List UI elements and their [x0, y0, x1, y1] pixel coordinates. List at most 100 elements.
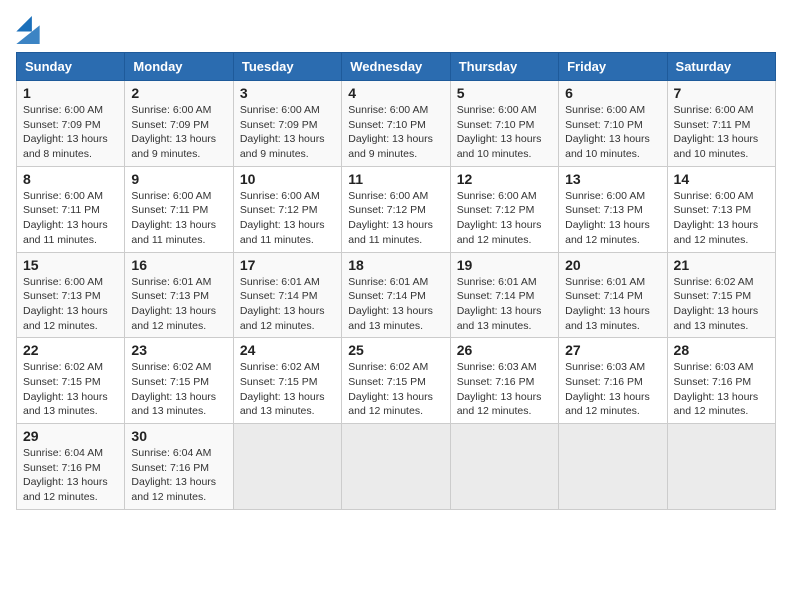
calendar-cell: 18 Sunrise: 6:01 AM Sunset: 7:14 PM Dayl… — [342, 252, 450, 338]
calendar-cell: 30 Sunrise: 6:04 AM Sunset: 7:16 PM Dayl… — [125, 424, 233, 510]
weekday-header-thursday: Thursday — [450, 53, 558, 81]
day-number: 10 — [240, 171, 335, 187]
day-info: Sunrise: 6:03 AM Sunset: 7:16 PM Dayligh… — [565, 360, 660, 419]
calendar-cell: 29 Sunrise: 6:04 AM Sunset: 7:16 PM Dayl… — [17, 424, 125, 510]
calendar-cell: 5 Sunrise: 6:00 AM Sunset: 7:10 PM Dayli… — [450, 81, 558, 167]
calendar-cell: 23 Sunrise: 6:02 AM Sunset: 7:15 PM Dayl… — [125, 338, 233, 424]
day-info: Sunrise: 6:02 AM Sunset: 7:15 PM Dayligh… — [240, 360, 335, 419]
day-number: 30 — [131, 428, 226, 444]
day-info: Sunrise: 6:00 AM Sunset: 7:11 PM Dayligh… — [23, 189, 118, 248]
day-info: Sunrise: 6:00 AM Sunset: 7:12 PM Dayligh… — [240, 189, 335, 248]
day-info: Sunrise: 6:00 AM Sunset: 7:10 PM Dayligh… — [565, 103, 660, 162]
day-number: 14 — [674, 171, 769, 187]
day-info: Sunrise: 6:00 AM Sunset: 7:12 PM Dayligh… — [457, 189, 552, 248]
calendar-cell: 8 Sunrise: 6:00 AM Sunset: 7:11 PM Dayli… — [17, 166, 125, 252]
day-number: 13 — [565, 171, 660, 187]
day-number: 26 — [457, 342, 552, 358]
calendar-cell — [342, 424, 450, 510]
calendar-header-row: SundayMondayTuesdayWednesdayThursdayFrid… — [17, 53, 776, 81]
day-info: Sunrise: 6:02 AM Sunset: 7:15 PM Dayligh… — [131, 360, 226, 419]
day-number: 3 — [240, 85, 335, 101]
day-number: 16 — [131, 257, 226, 273]
day-number: 6 — [565, 85, 660, 101]
day-info: Sunrise: 6:00 AM Sunset: 7:11 PM Dayligh… — [131, 189, 226, 248]
calendar-cell: 22 Sunrise: 6:02 AM Sunset: 7:15 PM Dayl… — [17, 338, 125, 424]
day-info: Sunrise: 6:00 AM Sunset: 7:09 PM Dayligh… — [131, 103, 226, 162]
day-info: Sunrise: 6:01 AM Sunset: 7:14 PM Dayligh… — [565, 275, 660, 334]
day-number: 9 — [131, 171, 226, 187]
calendar-cell: 12 Sunrise: 6:00 AM Sunset: 7:12 PM Dayl… — [450, 166, 558, 252]
weekday-header-tuesday: Tuesday — [233, 53, 341, 81]
day-number: 29 — [23, 428, 118, 444]
day-number: 25 — [348, 342, 443, 358]
calendar-cell: 14 Sunrise: 6:00 AM Sunset: 7:13 PM Dayl… — [667, 166, 775, 252]
day-info: Sunrise: 6:03 AM Sunset: 7:16 PM Dayligh… — [674, 360, 769, 419]
calendar-cell: 3 Sunrise: 6:00 AM Sunset: 7:09 PM Dayli… — [233, 81, 341, 167]
calendar-cell: 13 Sunrise: 6:00 AM Sunset: 7:13 PM Dayl… — [559, 166, 667, 252]
day-number: 27 — [565, 342, 660, 358]
day-number: 2 — [131, 85, 226, 101]
calendar-cell: 25 Sunrise: 6:02 AM Sunset: 7:15 PM Dayl… — [342, 338, 450, 424]
day-number: 23 — [131, 342, 226, 358]
calendar-cell — [559, 424, 667, 510]
day-number: 4 — [348, 85, 443, 101]
day-number: 7 — [674, 85, 769, 101]
calendar-cell: 24 Sunrise: 6:02 AM Sunset: 7:15 PM Dayl… — [233, 338, 341, 424]
day-number: 8 — [23, 171, 118, 187]
calendar-cell: 27 Sunrise: 6:03 AM Sunset: 7:16 PM Dayl… — [559, 338, 667, 424]
day-info: Sunrise: 6:00 AM Sunset: 7:09 PM Dayligh… — [240, 103, 335, 162]
calendar-cell: 20 Sunrise: 6:01 AM Sunset: 7:14 PM Dayl… — [559, 252, 667, 338]
day-number: 11 — [348, 171, 443, 187]
day-info: Sunrise: 6:04 AM Sunset: 7:16 PM Dayligh… — [131, 446, 226, 505]
day-info: Sunrise: 6:00 AM Sunset: 7:10 PM Dayligh… — [348, 103, 443, 162]
calendar-cell: 10 Sunrise: 6:00 AM Sunset: 7:12 PM Dayl… — [233, 166, 341, 252]
day-number: 19 — [457, 257, 552, 273]
calendar-table: SundayMondayTuesdayWednesdayThursdayFrid… — [16, 52, 776, 510]
day-number: 1 — [23, 85, 118, 101]
calendar-cell: 16 Sunrise: 6:01 AM Sunset: 7:13 PM Dayl… — [125, 252, 233, 338]
day-info: Sunrise: 6:01 AM Sunset: 7:14 PM Dayligh… — [457, 275, 552, 334]
day-number: 28 — [674, 342, 769, 358]
day-number: 5 — [457, 85, 552, 101]
day-info: Sunrise: 6:02 AM Sunset: 7:15 PM Dayligh… — [348, 360, 443, 419]
calendar-cell: 21 Sunrise: 6:02 AM Sunset: 7:15 PM Dayl… — [667, 252, 775, 338]
calendar-cell — [450, 424, 558, 510]
calendar-cell: 15 Sunrise: 6:00 AM Sunset: 7:13 PM Dayl… — [17, 252, 125, 338]
weekday-header-friday: Friday — [559, 53, 667, 81]
day-info: Sunrise: 6:01 AM Sunset: 7:14 PM Dayligh… — [240, 275, 335, 334]
day-info: Sunrise: 6:01 AM Sunset: 7:13 PM Dayligh… — [131, 275, 226, 334]
calendar-cell: 11 Sunrise: 6:00 AM Sunset: 7:12 PM Dayl… — [342, 166, 450, 252]
day-number: 20 — [565, 257, 660, 273]
calendar-week-row: 29 Sunrise: 6:04 AM Sunset: 7:16 PM Dayl… — [17, 424, 776, 510]
calendar-cell: 28 Sunrise: 6:03 AM Sunset: 7:16 PM Dayl… — [667, 338, 775, 424]
day-info: Sunrise: 6:04 AM Sunset: 7:16 PM Dayligh… — [23, 446, 118, 505]
day-number: 22 — [23, 342, 118, 358]
day-info: Sunrise: 6:00 AM Sunset: 7:11 PM Dayligh… — [674, 103, 769, 162]
day-number: 12 — [457, 171, 552, 187]
day-number: 24 — [240, 342, 335, 358]
weekday-header-saturday: Saturday — [667, 53, 775, 81]
calendar-cell — [667, 424, 775, 510]
day-info: Sunrise: 6:02 AM Sunset: 7:15 PM Dayligh… — [23, 360, 118, 419]
calendar-cell: 9 Sunrise: 6:00 AM Sunset: 7:11 PM Dayli… — [125, 166, 233, 252]
page-header — [16, 16, 776, 44]
day-info: Sunrise: 6:03 AM Sunset: 7:16 PM Dayligh… — [457, 360, 552, 419]
calendar-cell: 17 Sunrise: 6:01 AM Sunset: 7:14 PM Dayl… — [233, 252, 341, 338]
day-info: Sunrise: 6:01 AM Sunset: 7:14 PM Dayligh… — [348, 275, 443, 334]
calendar-cell: 19 Sunrise: 6:01 AM Sunset: 7:14 PM Dayl… — [450, 252, 558, 338]
calendar-cell: 1 Sunrise: 6:00 AM Sunset: 7:09 PM Dayli… — [17, 81, 125, 167]
day-info: Sunrise: 6:00 AM Sunset: 7:13 PM Dayligh… — [23, 275, 118, 334]
calendar-week-row: 1 Sunrise: 6:00 AM Sunset: 7:09 PM Dayli… — [17, 81, 776, 167]
calendar-cell: 4 Sunrise: 6:00 AM Sunset: 7:10 PM Dayli… — [342, 81, 450, 167]
calendar-cell: 2 Sunrise: 6:00 AM Sunset: 7:09 PM Dayli… — [125, 81, 233, 167]
calendar-cell: 7 Sunrise: 6:00 AM Sunset: 7:11 PM Dayli… — [667, 81, 775, 167]
day-info: Sunrise: 6:00 AM Sunset: 7:13 PM Dayligh… — [674, 189, 769, 248]
day-info: Sunrise: 6:00 AM Sunset: 7:13 PM Dayligh… — [565, 189, 660, 248]
day-info: Sunrise: 6:00 AM Sunset: 7:12 PM Dayligh… — [348, 189, 443, 248]
day-number: 17 — [240, 257, 335, 273]
day-number: 15 — [23, 257, 118, 273]
day-info: Sunrise: 6:00 AM Sunset: 7:10 PM Dayligh… — [457, 103, 552, 162]
calendar-cell: 6 Sunrise: 6:00 AM Sunset: 7:10 PM Dayli… — [559, 81, 667, 167]
day-number: 18 — [348, 257, 443, 273]
day-info: Sunrise: 6:00 AM Sunset: 7:09 PM Dayligh… — [23, 103, 118, 162]
